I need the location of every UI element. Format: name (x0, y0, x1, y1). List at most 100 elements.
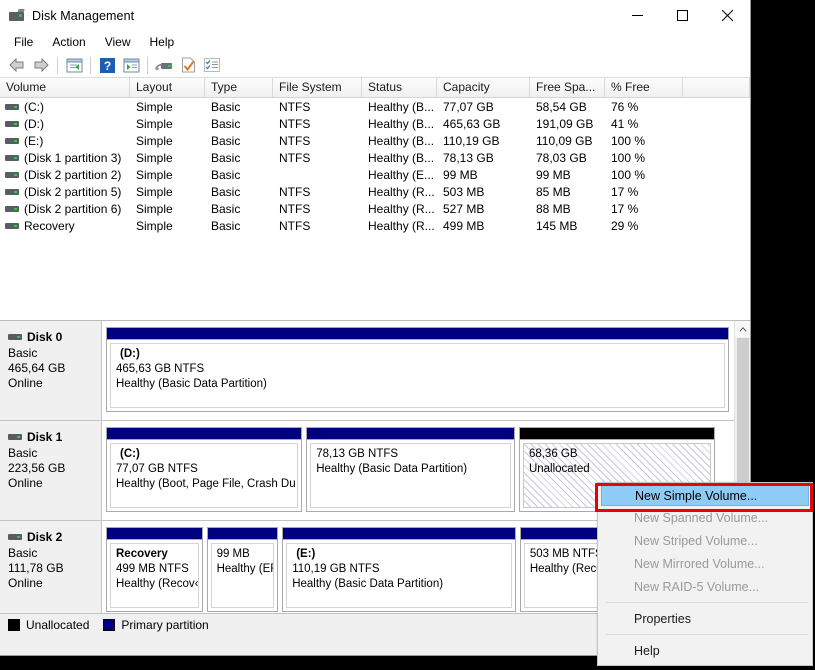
table-row[interactable]: RecoverySimpleBasicNTFSHealthy (R...499 … (0, 217, 750, 234)
partition-primary[interactable]: 99 MBHealthy (EF (207, 527, 279, 612)
scroll-up-icon[interactable] (735, 321, 751, 337)
disk-info-panel[interactable]: Disk 1Basic223,56 GBOnline (0, 421, 102, 520)
cell-fs: NTFS (273, 134, 362, 148)
cell-layout: Simple (130, 151, 205, 165)
volume-name: (Disk 1 partition 3) (24, 151, 121, 165)
minimize-button[interactable] (615, 0, 660, 31)
close-button[interactable] (705, 0, 750, 31)
column-header-type[interactable]: Type (205, 78, 273, 97)
drive-icon (5, 221, 19, 231)
cell-pct: 17 % (605, 202, 683, 216)
partition-details: (C:)77,07 GB NTFSHealthy (Boot, Page Fil… (110, 443, 298, 508)
table-row[interactable]: (Disk 1 partition 3)SimpleBasicNTFSHealt… (0, 149, 750, 166)
cell-fs: NTFS (273, 151, 362, 165)
drive-icon (8, 432, 22, 442)
legend-item-primary-partition: Primary partition (103, 618, 208, 632)
cell-capacity: 465,63 GB (437, 117, 530, 131)
context-menu-item-new-spanned-volume: New Spanned Volume... (598, 506, 812, 529)
cell-status: Healthy (B... (362, 117, 437, 131)
table-row[interactable]: (D:)SimpleBasicNTFSHealthy (B...465,63 G… (0, 115, 750, 132)
column-header-status[interactable]: Status (362, 78, 437, 97)
cell-status: Healthy (R... (362, 202, 437, 216)
partition-primary[interactable]: Recovery499 MB NTFSHealthy (Recov‹ (106, 527, 203, 612)
cell-volume: Recovery (0, 219, 130, 233)
title-bar: Disk Management (0, 0, 750, 31)
table-row[interactable]: (Disk 2 partition 2)SimpleBasicHealthy (… (0, 166, 750, 183)
partition-status: Healthy (Basic Data Partition) (316, 462, 510, 477)
partition-details: (E:)110,19 GB NTFSHealthy (Basic Data Pa… (286, 543, 512, 608)
back-arrow-icon[interactable] (5, 54, 29, 76)
svg-text:?: ? (103, 59, 110, 73)
disk-block-disk-0: Disk 0Basic465,64 GBOnline(D:)465,63 GB … (0, 321, 734, 421)
cell-volume: (Disk 2 partition 5) (0, 185, 130, 199)
partition-status: Unallocated (529, 462, 710, 477)
cell-volume: (C:) (0, 100, 130, 114)
partition-primary[interactable]: (C:)77,07 GB NTFSHealthy (Boot, Page Fil… (106, 427, 302, 512)
cell-type: Basic (205, 117, 273, 131)
column-header--free[interactable]: % Free (605, 78, 683, 97)
cell-status: Healthy (B... (362, 134, 437, 148)
column-header-capacity[interactable]: Capacity (437, 78, 530, 97)
partition-primary[interactable]: (D:)465,63 GB NTFSHealthy (Basic Data Pa… (106, 327, 729, 412)
volume-list-body: (C:)SimpleBasicNTFSHealthy (B...77,07 GB… (0, 98, 750, 320)
column-header-volume[interactable]: Volume (0, 78, 130, 97)
menu-file[interactable]: File (5, 33, 42, 51)
action-menu-icon[interactable] (200, 54, 224, 76)
maximize-button[interactable] (660, 0, 705, 31)
partition-size: 499 MB NTFS (116, 562, 198, 577)
cell-type: Basic (205, 219, 273, 233)
cell-fs: NTFS (273, 202, 362, 216)
table-row[interactable]: (E:)SimpleBasicNTFSHealthy (B...110,19 G… (0, 132, 750, 149)
context-menu-item-new-simple-volume[interactable]: New Simple Volume... (601, 485, 809, 506)
cell-capacity: 527 MB (437, 202, 530, 216)
menu-help[interactable]: Help (141, 33, 184, 51)
partition-label: Recovery (116, 547, 198, 562)
cell-free: 78,03 GB (530, 151, 605, 165)
table-row[interactable]: (Disk 2 partition 5)SimpleBasicNTFSHealt… (0, 183, 750, 200)
cell-layout: Simple (130, 117, 205, 131)
context-menu-item-help[interactable]: Help (598, 639, 812, 662)
menu-bar: File Action View Help (0, 31, 750, 53)
column-header-file-system[interactable]: File System (273, 78, 362, 97)
partition-color-band (520, 428, 714, 440)
partition-bar: (D:)465,63 GB NTFSHealthy (Basic Data Pa… (102, 321, 734, 420)
menu-action[interactable]: Action (43, 33, 94, 51)
menu-separator (606, 602, 808, 603)
column-header-free-spa[interactable]: Free Spa... (530, 78, 605, 97)
table-row[interactable]: (Disk 2 partition 6)SimpleBasicNTFSHealt… (0, 200, 750, 217)
table-row[interactable]: (C:)SimpleBasicNTFSHealthy (B...77,07 GB… (0, 98, 750, 115)
drive-icon (5, 187, 19, 197)
cell-free: 58,54 GB (530, 100, 605, 114)
screen: Disk Management File Action View Help (0, 0, 815, 670)
cell-free: 99 MB (530, 168, 605, 182)
partition-primary[interactable]: 78,13 GB NTFSHealthy (Basic Data Partiti… (306, 427, 515, 512)
show-hide-console-tree-icon[interactable] (62, 54, 86, 76)
properties-icon[interactable] (176, 54, 200, 76)
partition-label: (D:) (116, 347, 724, 362)
toolbar: ? (0, 53, 750, 78)
disk-info-panel[interactable]: Disk 2Basic111,78 GBOnline (0, 521, 102, 613)
cell-layout: Simple (130, 185, 205, 199)
volume-name: (Disk 2 partition 6) (24, 202, 121, 216)
cell-type: Basic (205, 151, 273, 165)
show-hide-action-pane-icon[interactable] (119, 54, 143, 76)
volume-name: (C:) (24, 100, 44, 114)
column-header-layout[interactable]: Layout (130, 78, 205, 97)
partition-color-band (107, 528, 202, 540)
drive-icon (5, 119, 19, 129)
cell-status: Healthy (E... (362, 168, 437, 182)
window-controls (615, 0, 750, 31)
menu-view[interactable]: View (96, 33, 140, 51)
forward-arrow-icon[interactable] (29, 54, 53, 76)
cell-type: Basic (205, 168, 273, 182)
rescan-disks-icon[interactable] (152, 54, 176, 76)
partition-details: (D:)465,63 GB NTFSHealthy (Basic Data Pa… (110, 343, 725, 408)
context-menu-item-properties[interactable]: Properties (598, 607, 812, 630)
cell-volume: (Disk 2 partition 6) (0, 202, 130, 216)
disk-info-panel[interactable]: Disk 0Basic465,64 GBOnline (0, 321, 102, 420)
help-icon[interactable]: ? (95, 54, 119, 76)
partition-status: Healthy (Basic Data Partition) (292, 577, 511, 592)
partition-primary[interactable]: (E:)110,19 GB NTFSHealthy (Basic Data Pa… (282, 527, 516, 612)
disk-title: Disk 2 (8, 530, 101, 544)
volume-list-header: VolumeLayoutTypeFile SystemStatusCapacit… (0, 78, 750, 98)
